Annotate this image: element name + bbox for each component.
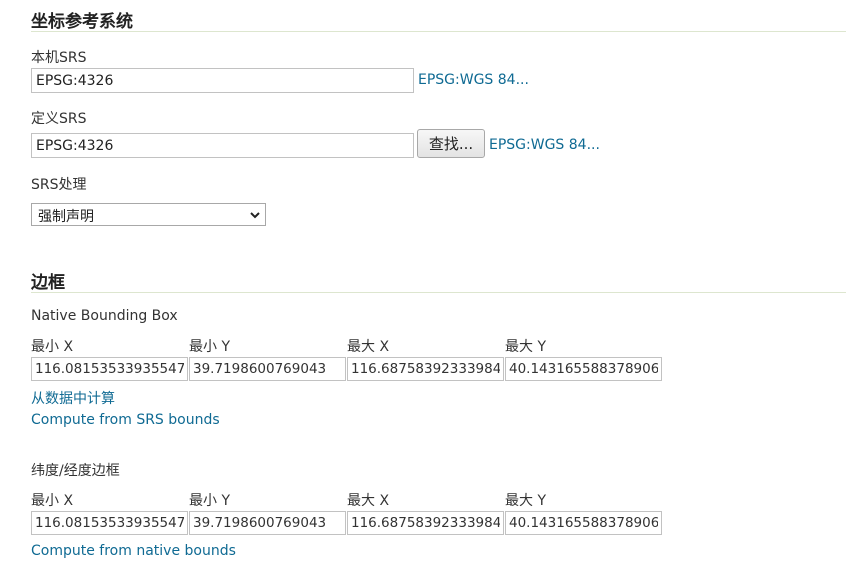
latlon-minx-label: 最小 X — [31, 493, 74, 509]
native-bbox-label: Native Bounding Box — [31, 308, 178, 324]
chevron-down-icon — [250, 212, 260, 219]
native-minx-input[interactable] — [31, 357, 188, 381]
latlon-minx-input[interactable] — [31, 511, 188, 535]
latlon-maxy-input[interactable] — [505, 511, 662, 535]
native-maxy-input[interactable] — [505, 357, 662, 381]
native-maxy-label: 最大 Y — [505, 339, 547, 355]
latlon-miny-label: 最小 Y — [189, 493, 231, 509]
latlon-miny-input[interactable] — [189, 511, 346, 535]
declared-srs-input[interactable] — [31, 133, 414, 158]
declared-srs-link[interactable]: EPSG:WGS 84... — [489, 137, 600, 153]
latlon-bbox-label: 纬度/经度边框 — [31, 463, 120, 479]
native-srs-label: 本机SRS — [31, 50, 87, 66]
crs-section-title: 坐标参考系统 — [31, 12, 133, 32]
compute-from-native-link[interactable]: Compute from native bounds — [31, 543, 236, 559]
srs-handling-label: SRS处理 — [31, 177, 87, 193]
declared-srs-label: 定义SRS — [31, 111, 87, 127]
native-minx-label: 最小 X — [31, 339, 74, 355]
compute-from-data-link[interactable]: 从数据中计算 — [31, 388, 115, 408]
native-miny-input[interactable] — [189, 357, 346, 381]
latlon-maxy-label: 最大 Y — [505, 493, 547, 509]
srs-handling-selected-value: 强制声明 — [38, 209, 94, 225]
latlon-maxx-label: 最大 X — [347, 493, 390, 509]
bbox-section-divider — [31, 292, 846, 293]
find-srs-button[interactable]: 查找... — [417, 129, 485, 158]
compute-from-srs-link[interactable]: Compute from SRS bounds — [31, 412, 220, 428]
native-srs-link[interactable]: EPSG:WGS 84... — [418, 72, 529, 88]
native-maxx-label: 最大 X — [347, 339, 390, 355]
native-miny-label: 最小 Y — [189, 339, 231, 355]
srs-handling-select[interactable]: 强制声明 — [31, 203, 266, 226]
native-maxx-input[interactable] — [347, 357, 504, 381]
bbox-section-title: 边框 — [31, 273, 65, 293]
crs-section-divider — [31, 31, 846, 32]
native-srs-input[interactable] — [31, 68, 414, 93]
latlon-maxx-input[interactable] — [347, 511, 504, 535]
